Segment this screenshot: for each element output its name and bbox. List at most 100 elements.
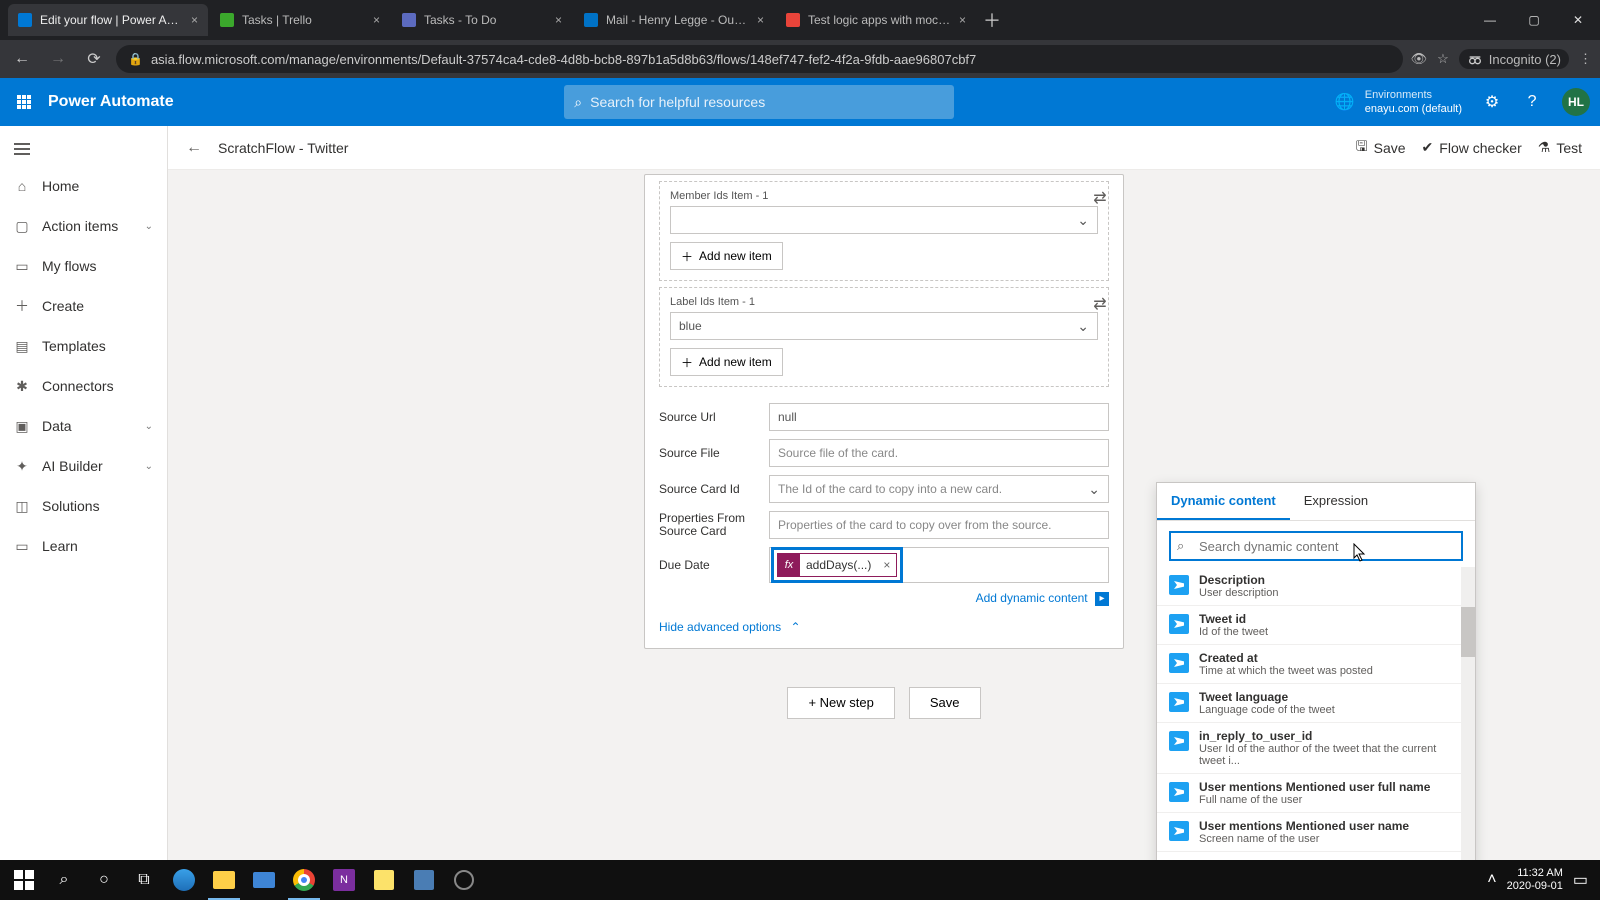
task-view-icon[interactable]: ⧉: [124, 860, 164, 900]
dynamic-content-search[interactable]: [1169, 531, 1463, 561]
expression-chip[interactable]: fx addDays(...) ×: [777, 553, 897, 577]
dynamic-content-item[interactable]: Tweet idId of the tweet: [1157, 606, 1475, 645]
browser-tab[interactable]: Mail - Henry Legge - Outlook×: [574, 4, 774, 36]
mail-icon[interactable]: [244, 860, 284, 900]
sidebar-item-create[interactable]: ＋Create: [0, 286, 167, 326]
sticky-notes-icon[interactable]: [364, 860, 404, 900]
add-label-item-button[interactable]: ＋Add new item: [670, 348, 783, 376]
chip-remove[interactable]: ×: [877, 558, 896, 572]
props-from-source-input[interactable]: Properties of the card to copy over from…: [769, 511, 1109, 539]
browser-tab[interactable]: Tasks | Trello×: [210, 4, 390, 36]
label-ids-group: ⇄ Label Ids Item - 1 blue ＋Add new item: [659, 287, 1109, 387]
sidebar-item-action-items[interactable]: ▢Action items⌄: [0, 206, 167, 246]
dynamic-content-item[interactable]: Tweet languageLanguage code of the tweet: [1157, 684, 1475, 723]
sidebar-item-learn[interactable]: ▭Learn: [0, 526, 167, 566]
dynamic-content-item[interactable]: DescriptionUser description: [1157, 567, 1475, 606]
sidebar-item-data[interactable]: ▣Data⌄: [0, 406, 167, 446]
tab-close[interactable]: ×: [951, 13, 966, 27]
add-dynamic-content-link[interactable]: Add dynamic content ▸: [645, 587, 1123, 610]
tab-expression[interactable]: Expression: [1290, 483, 1382, 520]
taskbar-clock[interactable]: 11:32 AM 2020-09-01: [1507, 867, 1563, 893]
app-launcher[interactable]: [0, 78, 48, 126]
cortana-icon[interactable]: ○: [84, 860, 124, 900]
avatar[interactable]: HL: [1562, 88, 1590, 116]
environment-picker[interactable]: Environments enayu.com (default): [1365, 88, 1472, 116]
sidebar-toggle[interactable]: [0, 132, 167, 166]
switch-mode-icon[interactable]: ⇄: [1090, 294, 1110, 314]
sidebar-item-ai-builder[interactable]: ✦AI Builder⌄: [0, 446, 167, 486]
collapse-icon[interactable]: ▸: [1095, 592, 1109, 606]
sidebar-item-templates[interactable]: ▤Templates: [0, 326, 167, 366]
due-date-input[interactable]: fx addDays(...) ×: [769, 547, 1109, 583]
hide-advanced-toggle[interactable]: Hide advanced options ⌃: [645, 610, 1123, 648]
bookmark-icon[interactable]: ☆: [1437, 51, 1449, 67]
header-search[interactable]: ⌕: [564, 85, 954, 119]
environment-icon[interactable]: 🌐: [1325, 92, 1365, 112]
sidebar-item-home[interactable]: ⌂Home: [0, 166, 167, 206]
browser-tab[interactable]: Tasks - To Do×: [392, 4, 572, 36]
tab-close[interactable]: ×: [365, 13, 380, 27]
header-search-input[interactable]: [590, 94, 944, 110]
sidebar-item-label: AI Builder: [42, 458, 103, 474]
tab-dynamic-content[interactable]: Dynamic content: [1157, 483, 1290, 520]
switch-mode-icon[interactable]: ⇄: [1090, 188, 1110, 208]
window-close[interactable]: ✕: [1556, 0, 1600, 40]
dc-item-title: Description: [1199, 573, 1278, 587]
save-icon: 🖫: [1356, 136, 1368, 160]
label-ids-dropdown[interactable]: blue: [670, 312, 1098, 340]
tab-close[interactable]: ×: [749, 13, 764, 27]
dynamic-content-item[interactable]: in_reply_to_user_idUser Id of the author…: [1157, 723, 1475, 774]
help-icon[interactable]: ?: [1512, 78, 1552, 126]
nav-reload[interactable]: ⟳: [80, 45, 108, 73]
browser-tab[interactable]: Test logic apps with mock data -×: [776, 4, 976, 36]
dynamic-content-item[interactable]: User mentions Mentioned user full nameFu…: [1157, 774, 1475, 813]
dynamic-content-item[interactable]: Original tweet textText content of the o…: [1157, 852, 1475, 860]
address-bar[interactable]: 🔒 asia.flow.microsoft.com/manage/environ…: [116, 45, 1403, 73]
start-button[interactable]: [4, 860, 44, 900]
flow-canvas: ⇄ Member Ids Item - 1 ＋Add new item ⇄ La…: [168, 170, 1600, 860]
add-member-item-button[interactable]: ＋Add new item: [670, 242, 783, 270]
due-date-label: Due Date: [659, 558, 769, 572]
notifications-icon[interactable]: ▭: [1573, 870, 1588, 890]
sidebar-item-solutions[interactable]: ◫Solutions: [0, 486, 167, 526]
edge-icon[interactable]: [164, 860, 204, 900]
tab-close[interactable]: ×: [547, 13, 562, 27]
save-button[interactable]: Save: [909, 687, 981, 719]
dynamic-content-item[interactable]: User mentions Mentioned user nameScreen …: [1157, 813, 1475, 852]
file-explorer-icon[interactable]: [204, 860, 244, 900]
onenote-icon[interactable]: N: [324, 860, 364, 900]
new-step-button[interactable]: + New step: [787, 687, 894, 719]
source-file-input[interactable]: Source file of the card.: [769, 439, 1109, 467]
window-minimize[interactable]: ―: [1468, 0, 1512, 40]
eye-off-icon[interactable]: 👁: [1411, 51, 1428, 67]
dynamic-content-item[interactable]: Created atTime at which the tweet was po…: [1157, 645, 1475, 684]
settings-icon[interactable]: ⚙: [1472, 78, 1512, 126]
chrome-icon[interactable]: [284, 860, 324, 900]
source-card-id-dropdown[interactable]: The Id of the card to copy into a new ca…: [769, 475, 1109, 503]
source-url-input[interactable]: null: [769, 403, 1109, 431]
back-button[interactable]: ←: [186, 139, 202, 157]
sidebar-item-my-flows[interactable]: ▭My flows: [0, 246, 167, 286]
test-action[interactable]: ⚗Test: [1538, 136, 1582, 160]
flow-checker-action[interactable]: ✔Flow checker: [1422, 136, 1522, 160]
window-maximize[interactable]: ▢: [1512, 0, 1556, 40]
dc-item-title: User mentions Mentioned user name: [1199, 819, 1409, 833]
nav-back[interactable]: ←: [8, 45, 36, 73]
browser-tab[interactable]: Edit your flow | Power Automate×: [8, 4, 208, 36]
chevron-down-icon: ⌄: [145, 221, 153, 232]
sidebar-item-connectors[interactable]: ✱Connectors: [0, 366, 167, 406]
calculator-icon[interactable]: [404, 860, 444, 900]
save-action[interactable]: 🖫Save: [1356, 136, 1406, 160]
search-icon: ⌕: [574, 94, 582, 111]
incognito-indicator[interactable]: Incognito (2): [1459, 49, 1569, 69]
url-text: asia.flow.microsoft.com/manage/environme…: [151, 52, 976, 67]
member-ids-dropdown[interactable]: [670, 206, 1098, 234]
tab-close[interactable]: ×: [183, 13, 198, 27]
taskbar-search[interactable]: ⌕: [44, 860, 84, 900]
obs-icon[interactable]: [444, 860, 484, 900]
kebab-menu-icon[interactable]: ⋮: [1579, 51, 1592, 67]
scrollbar-thumb[interactable]: [1461, 607, 1475, 657]
tray-chevron-icon[interactable]: ˄: [1487, 871, 1496, 889]
props-from-source-label: Properties From Source Card: [659, 512, 769, 538]
new-tab-button[interactable]: ＋: [978, 6, 1006, 34]
